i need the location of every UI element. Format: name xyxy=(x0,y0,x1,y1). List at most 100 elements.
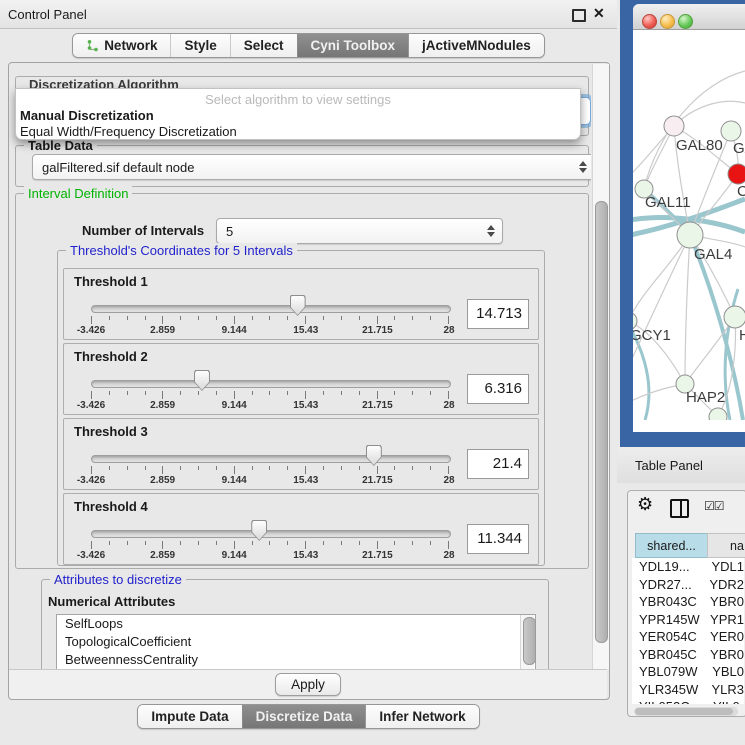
threshold-value-field[interactable]: 21.4 xyxy=(467,449,529,479)
cell-shared-name: YLR345W xyxy=(632,682,707,697)
bottom-tab-group: Impute Data Discretize Data Infer Networ… xyxy=(137,704,479,729)
scrollbar-thumb[interactable] xyxy=(595,201,608,643)
table-row[interactable]: YPR145WYPR1 xyxy=(632,611,744,629)
apply-strip: Apply xyxy=(9,669,607,699)
scrollbar-thumb[interactable] xyxy=(523,617,536,665)
slider-ticks xyxy=(91,466,449,474)
table-row[interactable]: YBL079WYBL0 xyxy=(632,663,744,681)
table-data-label: Table Data xyxy=(24,138,97,153)
panel-viewport: Discretization Algorithm Select algorith… xyxy=(9,63,591,669)
threshold-label: Threshold 1 xyxy=(74,274,148,289)
cell-name: YBL0 xyxy=(708,664,744,679)
network-node-label: H xyxy=(739,327,745,344)
close-icon[interactable]: ✕ xyxy=(593,5,605,22)
option-equal-width-frequency[interactable]: Equal Width/Frequency Discretization xyxy=(20,124,237,139)
select-columns-icons[interactable]: ☑☑ xyxy=(704,499,724,513)
column-header-shared[interactable]: shared... xyxy=(635,533,708,558)
tab-select[interactable]: Select xyxy=(230,34,297,57)
tab-jactivemnodules[interactable]: jActiveMNodules xyxy=(408,34,544,57)
float-window-icon[interactable] xyxy=(572,9,586,22)
cell-name: YDR2 xyxy=(705,577,744,592)
threshold-label: Threshold 4 xyxy=(74,499,148,514)
attribute-item[interactable]: TopologicalCoefficient xyxy=(57,633,535,651)
table-row[interactable]: YLR345WYLR3 xyxy=(632,681,744,699)
scrollbar-thumb[interactable] xyxy=(635,708,733,715)
cell-name: YDL1 xyxy=(707,559,744,574)
network-canvas[interactable]: GAL80GACGAL11GAL4GCY1HHAP2 xyxy=(633,29,745,420)
cell-shared-name: YDR27... xyxy=(632,577,705,592)
table-rows: YDL19...YDL1YDR27...YDR2YBR043CYBR0YPR14… xyxy=(632,558,744,704)
numerical-attributes-label: Numerical Attributes xyxy=(48,594,175,609)
tab-infer-network[interactable]: Infer Network xyxy=(365,705,478,728)
column-view-icon[interactable] xyxy=(670,499,689,518)
threshold-item: Threshold 4-3.4262.8599.14415.4321.71528… xyxy=(63,493,539,565)
thresholds-group: Threshold's Coordinates for 5 Intervals … xyxy=(57,250,545,566)
network-node[interactable] xyxy=(728,164,745,184)
cell-name: YLR3 xyxy=(707,682,744,697)
algorithm-dropdown-popup: Select algorithm to view settings Manual… xyxy=(15,88,581,140)
zoom-traffic-light-icon[interactable] xyxy=(678,14,693,29)
close-traffic-light-icon[interactable] xyxy=(642,14,657,29)
panel-scrollbar[interactable] xyxy=(592,64,609,669)
network-node[interactable] xyxy=(677,222,703,248)
screen: { "colors": { "frame_blue": "#3A65A4", "… xyxy=(0,0,745,745)
slider-ticks xyxy=(91,541,449,549)
tab-discretize-data[interactable]: Discretize Data xyxy=(242,705,366,728)
slider-track[interactable] xyxy=(91,380,451,388)
table-row[interactable]: YIL052CYIL0 xyxy=(632,698,744,704)
network-node[interactable] xyxy=(721,121,741,141)
number-of-intervals-combo[interactable]: 5 xyxy=(216,218,503,244)
slider-track[interactable] xyxy=(91,455,451,463)
cell-shared-name: YIL052C xyxy=(632,699,709,704)
algorithm-popup-hint: Select algorithm to view settings xyxy=(16,92,580,107)
interval-definition-label: Interval Definition xyxy=(24,186,132,201)
table-row[interactable]: YER054CYER0 xyxy=(632,628,744,646)
network-node[interactable] xyxy=(664,116,684,136)
table-row[interactable]: YBR043CYBR0 xyxy=(632,593,744,611)
attributes-group: Attributes to discretize Numerical Attri… xyxy=(41,579,549,669)
slider-track[interactable] xyxy=(91,530,451,538)
table-row[interactable]: YDL19...YDL1 xyxy=(632,558,744,576)
network-window-titlebar[interactable] xyxy=(633,4,745,30)
table-panel-titlebar: Table Panel xyxy=(617,447,745,483)
combo-spinner-icon xyxy=(578,161,587,173)
tab-style[interactable]: Style xyxy=(170,34,229,57)
threshold-value-field[interactable]: 14.713 xyxy=(467,299,529,329)
table-h-scrollbar[interactable] xyxy=(634,707,738,716)
threshold-label: Threshold 3 xyxy=(74,424,148,439)
apply-button[interactable]: Apply xyxy=(275,673,341,696)
table-panel: ⚙ ☑☑ shared... na YDL19...YDL1YDR27...YD… xyxy=(627,490,745,717)
option-manual-discretization[interactable]: Manual Discretization xyxy=(20,108,154,123)
cell-name: YBR0 xyxy=(706,594,744,609)
threshold-value-field[interactable]: 6.316 xyxy=(467,374,529,404)
top-tab-group: Network Style Select Cyni Toolbox jActiv… xyxy=(72,33,545,58)
attribute-item[interactable]: BetweennessCentrality xyxy=(57,651,535,669)
gear-icon[interactable]: ⚙ xyxy=(637,494,653,515)
network-node[interactable] xyxy=(709,408,727,420)
threshold-item: Threshold 1 -3.4262.8599.14415.4321.71528… xyxy=(63,268,539,340)
combo-spinner-icon xyxy=(486,225,495,237)
numerical-attributes-list: SelfLoopsTopologicalCoefficientBetweenne… xyxy=(56,614,536,669)
network-node[interactable] xyxy=(724,306,745,328)
minimize-traffic-light-icon[interactable] xyxy=(660,14,675,29)
table-row[interactable]: YBR045CYBR0 xyxy=(632,646,744,664)
tab-cyni-toolbox[interactable]: Cyni Toolbox xyxy=(297,34,409,57)
attributes-list-scrollbar[interactable] xyxy=(520,615,534,669)
tab-impute-data[interactable]: Impute Data xyxy=(138,705,241,728)
slider-tick-labels: -3.4262.8599.14415.4321.71528 xyxy=(91,325,449,336)
column-header-name[interactable]: na xyxy=(707,533,745,558)
table-data-group: Table Data galFiltered.sif default node xyxy=(15,145,589,187)
attribute-item[interactable]: SelfLoops xyxy=(57,615,535,633)
threshold-item: Threshold 2 -3.4262.8599.14415.4321.71528… xyxy=(63,343,539,415)
slider-tick-labels: -3.4262.8599.14415.4321.71528 xyxy=(91,400,449,411)
interval-definition-group: Interval Definition Number of Intervals … xyxy=(15,193,589,569)
table-data-combo[interactable]: galFiltered.sif default node xyxy=(32,154,591,180)
table-row[interactable]: YDR27...YDR2 xyxy=(632,576,744,594)
slider-ticks xyxy=(91,391,449,399)
control-panel-title: Control Panel xyxy=(8,7,87,22)
threshold-label: Threshold 2 xyxy=(74,349,148,364)
threshold-value-field[interactable]: 11.344 xyxy=(467,524,529,554)
cell-name: YER0 xyxy=(706,629,744,644)
tab-network[interactable]: Network xyxy=(73,34,170,57)
slider-track[interactable] xyxy=(91,305,451,313)
